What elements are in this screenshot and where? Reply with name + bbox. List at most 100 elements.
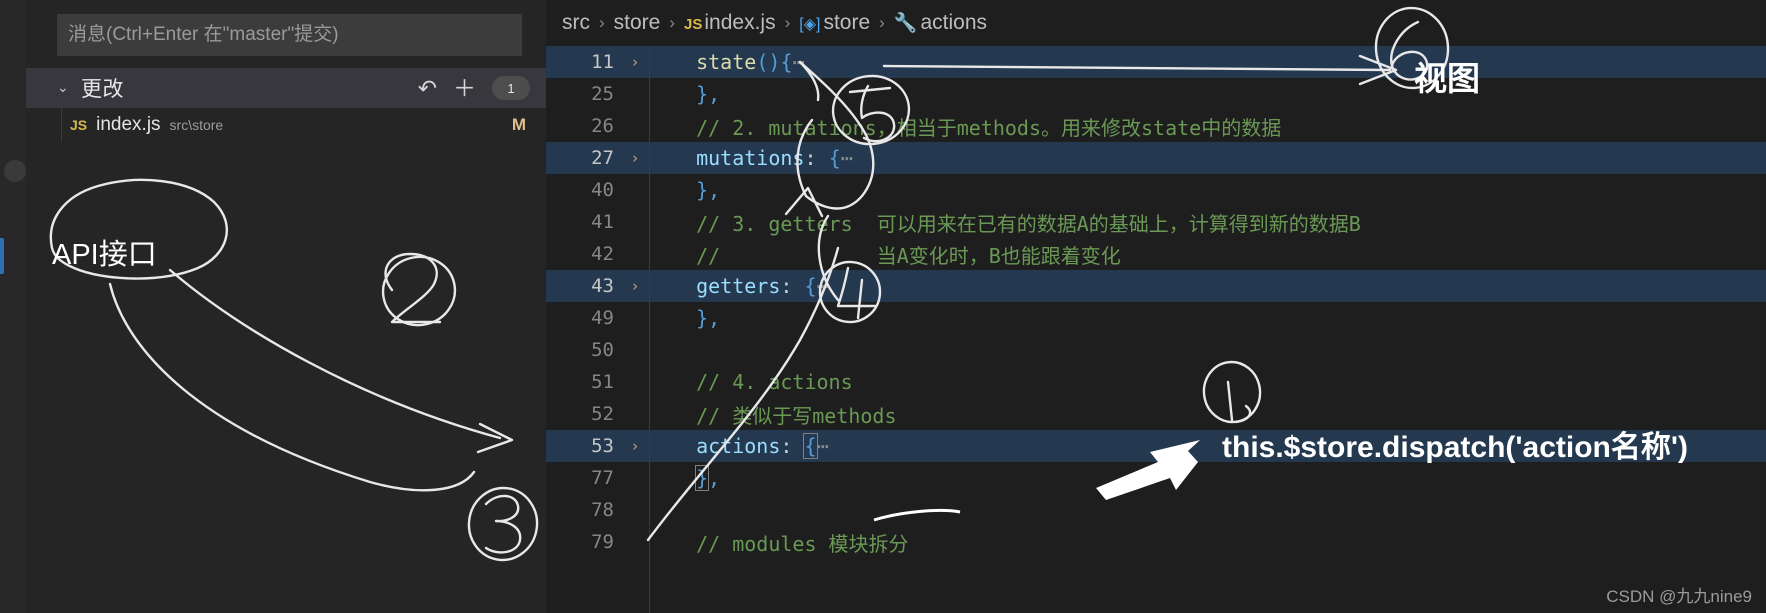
code-line-content: state(){⋯ — [650, 50, 1766, 74]
code-token: state — [696, 50, 757, 74]
line-number: 25 — [591, 83, 614, 105]
line-number: 51 — [591, 371, 614, 393]
breadcrumb-separator: › — [669, 13, 676, 32]
code-token: { — [780, 50, 793, 74]
fold-chevron-icon[interactable]: › — [620, 53, 650, 71]
code-line-content: // 当A变化时，B也能跟着变化 — [650, 240, 1766, 269]
breadcrumb-item-store[interactable]: [◈] store — [799, 11, 870, 35]
breadcrumb-separator: › — [599, 13, 605, 32]
code-token: } — [695, 465, 710, 491]
code-line[interactable]: 77 }, — [546, 462, 1766, 494]
breadcrumb-separator: › — [784, 13, 791, 32]
breadcrumb: src › store › JSindex.js › [◈] store › 🔧 actions — [546, 0, 1766, 46]
chevron-down-icon[interactable]: ⌄ — [57, 80, 73, 94]
activity-active-indicator — [0, 238, 4, 274]
changes-count-badge: 1 — [492, 76, 530, 100]
code-line[interactable]: 26 // 2. mutations，相当于methods。用来修改state中… — [546, 110, 1766, 142]
fold-chevron-icon[interactable]: › — [620, 437, 650, 455]
editor-pane: src › store › JSindex.js › [◈] store › 🔧 actions 1… — [546, 0, 1766, 613]
list-item[interactable]: JS index.js src\store M — [26, 108, 546, 142]
code-token: : — [780, 274, 805, 298]
changes-section-header[interactable]: ⌄ 更改 ↶ ＋ 1 — [26, 68, 546, 108]
code-line-content: getters: {⋯ — [650, 274, 1766, 298]
code-line-content: }, — [650, 465, 1766, 491]
breadcrumb-item-store[interactable]: store — [614, 11, 661, 35]
code-line-content: }, — [650, 82, 1766, 106]
source-control-sidebar: ⌄ 更改 ↶ ＋ 1 JS index.js src\store M — [26, 0, 546, 613]
code-line-content: }, — [650, 178, 1766, 202]
breadcrumb-item-actions[interactable]: 🔧 actions — [894, 11, 987, 35]
code-token: // 3. getters 可以用来在已有的数据A的基础上，计算得到新的数据B — [672, 211, 1361, 236]
code-line[interactable]: 51 // 4. actions — [546, 366, 1766, 398]
breadcrumb-item-label: store — [823, 11, 871, 34]
code-token: // 2. mutations，相当于methods。用来修改state中的数据 — [672, 115, 1282, 140]
code-line[interactable]: 43 › getters: {⋯ — [546, 270, 1766, 302]
code-token: { — [803, 433, 818, 459]
code-line[interactable]: 78 — [546, 494, 1766, 526]
breadcrumb-item-label: actions — [920, 11, 988, 34]
code-line-content: // 3. getters 可以用来在已有的数据A的基础上，计算得到新的数据B — [650, 208, 1766, 237]
code-line-content: actions: {⋯ — [650, 433, 1766, 459]
line-number: 26 — [591, 115, 614, 137]
line-number: 78 — [591, 499, 614, 521]
code-line[interactable]: 53 › actions: {⋯ — [546, 430, 1766, 462]
code-token: getters — [696, 274, 781, 298]
changes-section-actions: ↶ ＋ 1 — [418, 76, 530, 100]
code-token: mutations — [696, 146, 805, 170]
code-token: ⋯ — [792, 50, 805, 74]
fold-chevron-icon[interactable]: › — [620, 149, 650, 167]
code-line-content: mutations: {⋯ — [650, 146, 1766, 170]
activity-avatar-icon — [4, 160, 26, 182]
code-token: ⋯ — [840, 146, 853, 170]
code-line[interactable]: 11 › state(){⋯ — [546, 46, 1766, 78]
js-file-icon: JS — [684, 16, 703, 33]
code-token: // 当A变化时，B也能跟着变化 — [672, 243, 1121, 268]
stage-changes-icon[interactable]: ＋ — [453, 76, 476, 100]
activity-bar — [0, 0, 26, 613]
code-token: , — [708, 466, 721, 490]
line-number: 53 — [591, 435, 614, 457]
line-number: 50 — [591, 339, 614, 361]
fold-chevron-icon[interactable]: › — [620, 277, 650, 295]
code-line[interactable]: 41 // 3. getters 可以用来在已有的数据A的基础上，计算得到新的数… — [546, 206, 1766, 238]
code-area[interactable]: 11 › state(){⋯ 25 }, 26 // 2. mutations，相当于… — [546, 46, 1766, 613]
line-number: 27 — [591, 147, 614, 169]
line-number: 40 — [591, 179, 614, 201]
breadcrumb-item-src[interactable]: src — [562, 11, 590, 35]
wrench-icon: 🔧 — [893, 13, 918, 34]
commit-message-input[interactable] — [57, 14, 522, 56]
code-line[interactable]: 25 }, — [546, 78, 1766, 110]
changed-file-path: src\store — [169, 117, 224, 133]
code-line[interactable]: 42 // 当A变化时，B也能跟着变化 — [546, 238, 1766, 270]
line-number: 42 — [591, 243, 614, 265]
breadcrumb-item-index-js[interactable]: JSindex.js — [684, 11, 776, 35]
code-line[interactable]: 50 — [546, 334, 1766, 366]
code-line[interactable]: 27 › mutations: {⋯ — [546, 142, 1766, 174]
line-number: 41 — [591, 211, 614, 233]
line-number: 77 — [591, 467, 614, 489]
code-token: , — [708, 82, 721, 106]
code-token: : — [780, 434, 805, 458]
code-token: } — [696, 82, 709, 106]
code-token: } — [696, 306, 709, 330]
breadcrumb-item-label: index.js — [704, 11, 776, 34]
line-number: 79 — [591, 531, 614, 553]
code-token: actions — [696, 434, 781, 458]
line-number: 52 — [591, 403, 614, 425]
line-number: 49 — [591, 307, 614, 329]
code-token: , — [708, 306, 721, 330]
code-line[interactable]: 49 }, — [546, 302, 1766, 334]
code-token: // modules 模块拆分 — [672, 531, 909, 556]
js-file-icon: JS — [70, 117, 88, 133]
code-token: { — [828, 146, 841, 170]
discard-changes-icon[interactable]: ↶ — [418, 76, 437, 100]
code-line[interactable]: 79 // modules 模块拆分 — [546, 526, 1766, 558]
code-line[interactable]: 40 }, — [546, 174, 1766, 206]
code-line[interactable]: 52 // 类似于写methods — [546, 398, 1766, 430]
code-token: : — [804, 146, 829, 170]
code-token: ⋯ — [816, 434, 829, 458]
breadcrumb-item-label: src — [562, 11, 590, 34]
